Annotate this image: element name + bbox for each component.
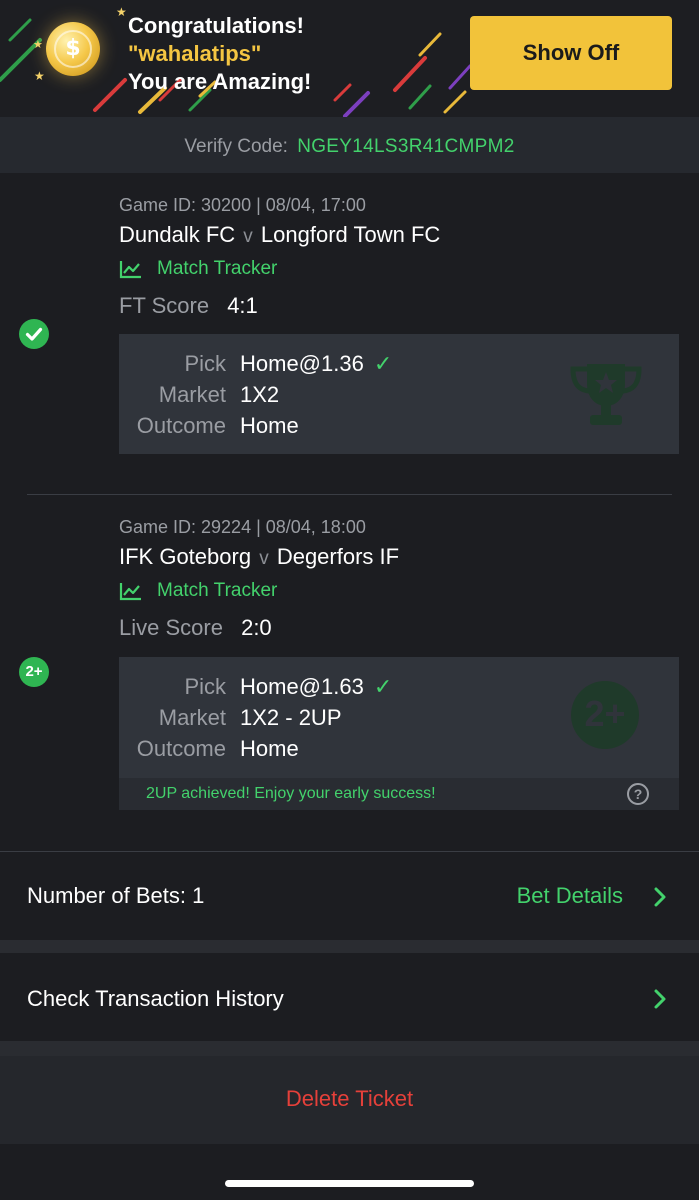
market-value: 1X2 [240, 382, 280, 407]
delete-ticket-button[interactable]: Delete Ticket [0, 1056, 699, 1144]
pick-label: Pick [184, 351, 226, 376]
chart-line-icon [119, 261, 141, 279]
pick-check-icon: ✓ [373, 674, 393, 699]
home-indicator[interactable] [225, 1180, 474, 1187]
game-divider [27, 494, 672, 495]
score-label: Live Score [119, 615, 223, 640]
row-gap [0, 1041, 699, 1056]
score-line: Live Score 2:0 [119, 615, 272, 641]
two-up-watermark-icon: 2+ [571, 681, 639, 749]
congrats-title: Congratulations! [128, 13, 304, 38]
score-line: FT Score 4:1 [119, 293, 258, 319]
row-gap [0, 940, 699, 953]
chevron-right-icon [654, 887, 666, 907]
pick-check-icon: ✓ [373, 351, 393, 376]
congrats-subtitle: You are Amazing! [128, 69, 312, 94]
versus-label: v [259, 548, 269, 569]
outcome-value: Home [240, 736, 299, 761]
outcome-label: Outcome [136, 413, 226, 438]
congrats-username: "wahalatips" [128, 41, 262, 66]
game-teams: Dundalk FC v Longford Town FC [119, 222, 440, 248]
score-value: 4:1 [227, 293, 258, 318]
svg-text:★: ★ [116, 5, 127, 19]
coin-icon: $ [46, 22, 100, 76]
verify-code-label: Verify Code: [184, 136, 288, 157]
help-icon[interactable]: ? [627, 783, 649, 805]
svg-text:★: ★ [34, 69, 45, 83]
home-team: Dundalk FC [119, 222, 236, 247]
market-label: Market [158, 382, 226, 407]
transaction-history-row[interactable]: Check Transaction History [0, 953, 699, 1041]
score-label: FT Score [119, 293, 210, 318]
pick-value: Home@1.36 [240, 351, 364, 376]
pick-label: Pick [184, 674, 226, 699]
number-of-bets: Number of Bets: 1 [27, 883, 205, 908]
away-team: Degerfors IF [276, 544, 400, 569]
transaction-history-label: Check Transaction History [27, 986, 284, 1011]
market-label: Market [158, 705, 226, 730]
trophy-icon [570, 364, 642, 425]
show-off-button[interactable]: Show Off [470, 16, 672, 90]
outcome-label: Outcome [136, 736, 226, 761]
away-team: Longford Town FC [260, 222, 441, 247]
home-indicator-area [0, 1144, 699, 1200]
congrats-banner: ★ ★ ★ $ Congratulations! "wahalatips" Yo… [0, 0, 699, 117]
home-team: IFK Goteborg [119, 544, 252, 569]
verify-code-value[interactable]: NGEY14LS3R41CMPM2 [297, 136, 514, 157]
game-meta: Game ID: 29224 | 08/04, 18:00 [119, 517, 366, 537]
chevron-right-icon [654, 989, 666, 1009]
game-teams: IFK Goteborg v Degerfors IF [119, 544, 399, 570]
two-up-note-text: 2UP achieved! Enjoy your early success! [146, 785, 436, 802]
score-value: 2:0 [241, 615, 272, 640]
pick-details-box: Pick Home@1.36 ✓ Market 1X2 Outcome Home [119, 334, 679, 454]
congrats-message: Congratulations! "wahalatips" You are Am… [128, 12, 311, 96]
check-circle-icon [19, 319, 49, 349]
versus-label: v [243, 226, 253, 247]
pick-value: Home@1.63 [240, 674, 364, 699]
bet-details-link[interactable]: Bet Details [517, 883, 623, 909]
bet-details-row[interactable]: Number of Bets: 1 Bet Details [0, 852, 699, 940]
chart-line-icon [119, 583, 141, 601]
match-tracker-label: Match Tracker [157, 258, 278, 279]
market-value: 1X2 - 2UP [240, 705, 342, 730]
match-tracker-link[interactable]: Match Tracker [119, 258, 277, 280]
svg-text:★: ★ [33, 38, 43, 51]
two-up-note: 2UP achieved! Enjoy your early success! … [119, 778, 679, 810]
verify-code-bar: Verify Code: NGEY14LS3R41CMPM2 [0, 117, 699, 173]
match-tracker-label: Match Tracker [157, 580, 278, 601]
game-meta: Game ID: 30200 | 08/04, 17:00 [119, 195, 366, 215]
match-tracker-link[interactable]: Match Tracker [119, 580, 277, 602]
outcome-value: Home [240, 413, 299, 438]
two-up-icon: 2+ [19, 657, 49, 687]
pick-details-box: Pick Home@1.63 ✓ Market 1X2 - 2UP Outcome… [119, 657, 679, 810]
